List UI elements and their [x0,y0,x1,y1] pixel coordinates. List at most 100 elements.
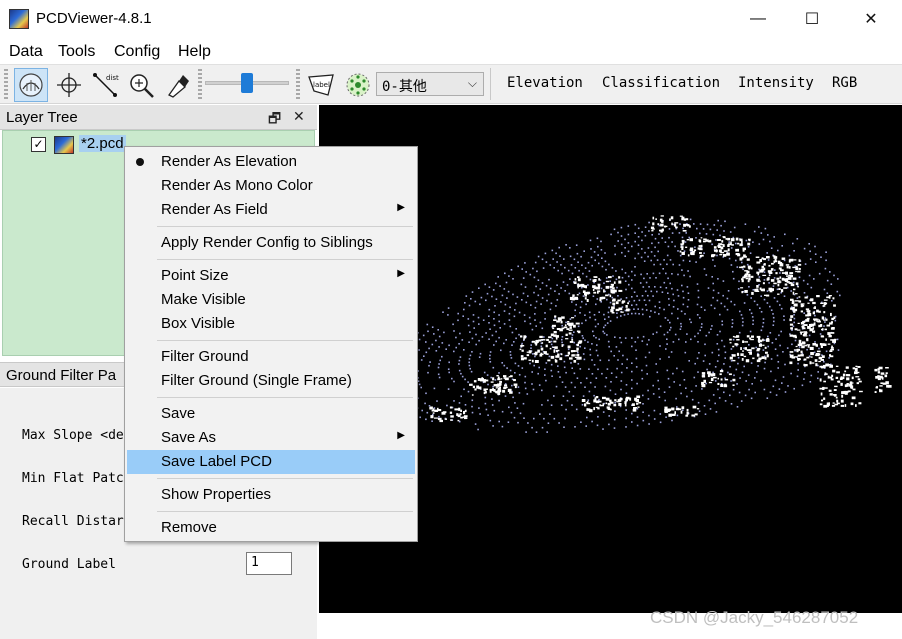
point-size-slider-thumb[interactable] [241,73,253,93]
obstacle-point [822,328,824,331]
ground-point [609,389,612,392]
menu-item-save-as[interactable]: Save As ▶ [127,426,415,450]
obstacle-point [444,418,447,420]
ground-point [643,277,645,280]
ground-label-input[interactable]: 1 [246,552,292,575]
ground-point [475,343,477,346]
obstacle-point [828,334,832,338]
close-dock-icon[interactable]: ✕ [293,108,305,125]
ground-point [564,386,567,388]
menu-item-label: Apply Render Config to Siblings [161,234,373,251]
ground-point [644,251,646,254]
obstacle-point [844,392,846,394]
ground-point [654,286,656,288]
measure-distance-tool-button[interactable]: dist [88,68,122,102]
ground-point [675,397,677,400]
ground-point [524,262,526,264]
menu-item-apply-render-config-to-siblings[interactable]: Apply Render Config to Siblings [127,231,415,255]
menu-item-render-as-field[interactable]: Render As Field ▶ [127,198,415,222]
render-rgb-button[interactable]: RGB [832,75,857,91]
ground-point [670,351,673,353]
ground-point [604,385,607,388]
ground-point [661,291,664,293]
menu-item-box-visible[interactable]: Box Visible [127,312,415,336]
ground-point [794,265,797,267]
ground-point [689,260,691,262]
obstacle-point [728,373,732,376]
menu-item-save-label-pcd[interactable]: Save Label PCD [127,450,415,474]
ground-point [428,405,431,407]
ground-point [510,411,513,414]
render-intensity-button[interactable]: Intensity [738,75,814,91]
menu-config[interactable]: Config [114,43,160,61]
ground-point [507,290,510,293]
obstacle-point [539,335,543,338]
ground-point [757,365,759,367]
pick-point-tool-button[interactable] [52,68,86,102]
menu-item-point-size[interactable]: Point Size ▶ [127,264,415,288]
obstacle-point [616,401,620,403]
obstacle-point [833,389,837,391]
ground-point [583,250,585,252]
menu-data[interactable]: Data [9,43,43,61]
layer-item-label[interactable]: *2.pcd [79,135,126,152]
ground-point [504,272,506,275]
menu-item-remove[interactable]: Remove [127,516,415,540]
render-classification-button[interactable]: Classification [602,75,720,91]
menu-item-save[interactable]: Save [127,402,415,426]
menu-tools[interactable]: Tools [58,43,95,61]
minimize-button[interactable]: — [729,0,787,38]
maximize-button[interactable]: ☐ [783,0,841,38]
ground-point [495,340,497,343]
ground-point [569,318,572,320]
ground-point [594,386,596,388]
menu-item-filter-ground[interactable]: Filter Ground [127,345,415,369]
ground-point [463,388,465,391]
zoom-tool-button[interactable] [124,68,158,102]
ground-point [535,325,537,327]
ground-point [641,248,643,250]
ground-point [605,377,608,379]
label-brush-tool-button[interactable] [160,68,194,102]
ground-point [653,255,656,257]
ground-point [721,323,724,326]
toolbar-grip[interactable] [4,69,8,101]
ground-point [625,417,627,420]
ground-point [549,413,551,415]
close-button[interactable]: ✕ [842,0,900,38]
ground-point [544,252,547,255]
menu-item-filter-ground-single-frame[interactable]: Filter Ground (Single Frame) [127,369,415,393]
ground-point [495,282,497,285]
polygon-label-tool-button[interactable]: label [304,68,338,102]
ground-point [641,377,644,380]
toolbar-grip-2[interactable] [198,69,202,101]
ground-point [634,274,636,277]
ground-point [624,238,626,241]
layer-visibility-checkbox[interactable]: ✓ [31,137,46,152]
render-elevation-button[interactable]: Elevation [507,75,583,91]
ground-point [741,324,744,327]
class-combo-box[interactable]: 0-其他 ⌵ [376,72,484,96]
ground-point [598,338,600,341]
menu-item-make-visible[interactable]: Make Visible [127,288,415,312]
ground-point [797,369,799,371]
ground-point [624,280,627,282]
ground-point [642,394,644,397]
ground-point [703,405,706,407]
menu-item-show-properties[interactable]: Show Properties [127,483,415,507]
point-select-tool-button[interactable] [341,68,375,102]
obstacle-point [732,359,736,362]
rotate-view-tool-button[interactable] [14,68,48,102]
float-dock-icon[interactable]: 🗗 [268,108,281,132]
menu-item-render-as-mono-color[interactable]: Render As Mono Color [127,174,415,198]
ground-point [520,283,523,286]
obstacle-point [632,409,637,412]
menu-help[interactable]: Help [178,43,211,61]
ground-point [516,407,519,409]
menu-item-render-as-elevation[interactable]: Render As Elevation [127,150,415,174]
toolbar-grip-3[interactable] [296,69,300,101]
ground-point [607,316,610,318]
ground-point [468,364,471,367]
obstacle-point [681,406,685,410]
obstacle-point [740,287,744,289]
